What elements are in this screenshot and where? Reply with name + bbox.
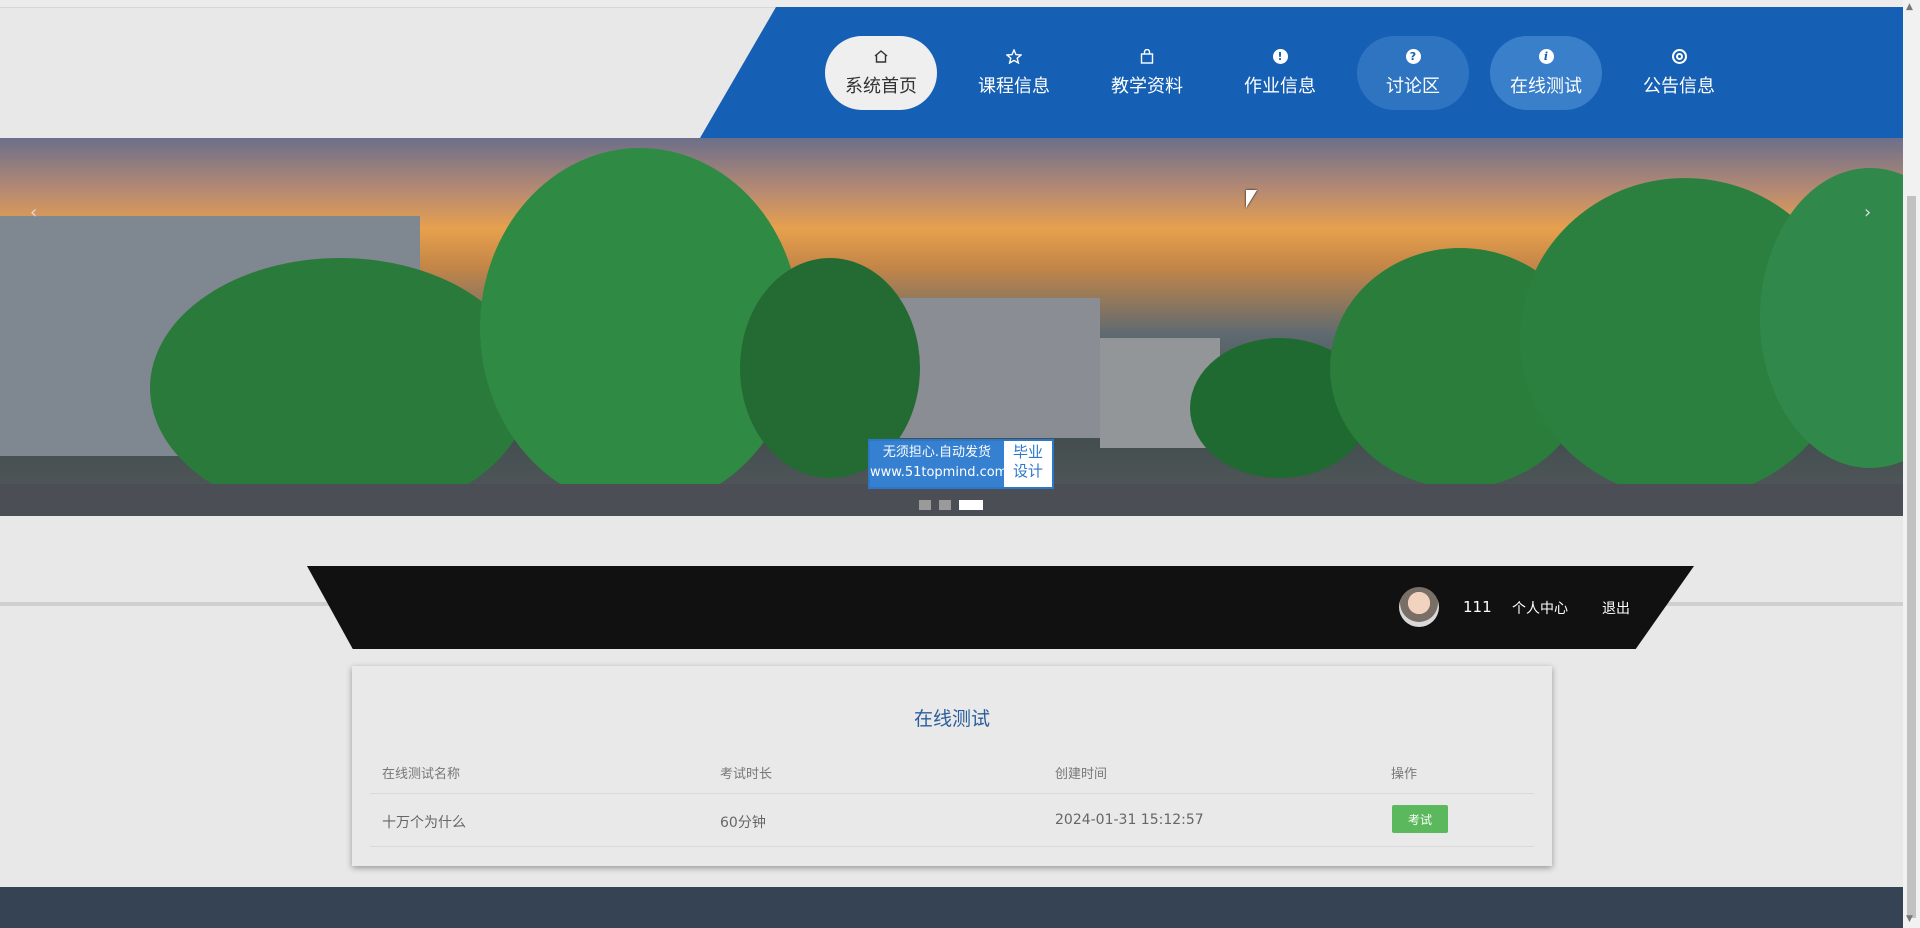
start-exam-button[interactable]: 考试 — [1392, 805, 1448, 833]
top-border — [0, 0, 1903, 8]
panel-title: 在线测试 — [913, 708, 990, 730]
vertical-scrollbar[interactable]: ▲ ▼ — [1903, 0, 1920, 928]
nav-item-home[interactable]: 系统首页 — [825, 36, 937, 110]
cell-test-name: 十万个为什么 — [382, 815, 466, 831]
carousel-indicators — [919, 500, 983, 510]
nav-label: 课程信息 — [978, 75, 1050, 97]
nav-item-discussion[interactable]: ? 讨论区 — [1357, 36, 1469, 110]
table-divider — [370, 846, 1534, 847]
nav-item-course-info[interactable]: 课程信息 — [958, 36, 1070, 110]
column-header-created: 创建时间 — [1055, 767, 1108, 782]
cell-created: 2024-01-31 15:12:57 — [1055, 812, 1204, 828]
cell-duration: 60分钟 — [720, 815, 766, 831]
scroll-up-arrow-icon[interactable]: ▲ — [1906, 2, 1913, 12]
nav-label: 公告信息 — [1643, 75, 1715, 97]
nav-label: 作业信息 — [1244, 75, 1316, 97]
exclamation-icon: ! — [1272, 49, 1288, 65]
watermark-badge: 无须担心.自动发货 www.51topmind.com 毕业 设计 — [868, 439, 1054, 489]
bag-icon — [1140, 49, 1154, 65]
carousel-prev-arrow[interactable]: ‹ — [30, 202, 37, 223]
page-footer — [0, 887, 1903, 928]
watermark-side2: 设计 — [1012, 462, 1043, 480]
carousel-dot-2[interactable] — [939, 500, 951, 510]
nav-item-online-test[interactable]: i 在线测试 — [1490, 36, 1602, 110]
avatar[interactable] — [1399, 587, 1439, 627]
personal-center-link[interactable]: 个人中心 — [1512, 598, 1568, 618]
logout-link[interactable]: 退出 — [1602, 598, 1630, 618]
watermark-side1: 毕业 — [1012, 443, 1043, 461]
nav-label: 系统首页 — [845, 75, 917, 97]
carousel-dot-3[interactable] — [959, 500, 983, 510]
main-nav: 系统首页 课程信息 教学资料 ! 作业信息 ? 讨论区 i 在线测试 公告信息 — [825, 36, 1756, 110]
username: 111 — [1463, 598, 1492, 616]
nav-item-teaching-materials[interactable]: 教学资料 — [1091, 36, 1203, 110]
star-icon — [1006, 49, 1022, 65]
nav-label: 讨论区 — [1386, 75, 1440, 97]
nav-item-homework[interactable]: ! 作业信息 — [1224, 36, 1336, 110]
home-icon — [873, 49, 889, 65]
lifebuoy-icon — [1671, 49, 1687, 65]
watermark-line1: 无须担心.自动发货 — [882, 445, 992, 460]
nav-label: 教学资料 — [1111, 75, 1183, 97]
info-icon: i — [1538, 49, 1554, 65]
column-header-action: 操作 — [1391, 767, 1418, 782]
carousel-dot-1[interactable] — [919, 500, 931, 510]
column-header-duration: 考试时长 — [720, 767, 773, 782]
mouse-cursor-icon — [1246, 190, 1257, 208]
scrollbar-thumb[interactable] — [1907, 196, 1916, 918]
online-test-panel: 在线测试 在线测试名称 考试时长 创建时间 操作 十万个为什么 60分钟 202… — [352, 666, 1552, 866]
scroll-down-arrow-icon[interactable]: ▼ — [1906, 914, 1913, 924]
watermark-line2: www.51topmind.com — [870, 465, 1008, 480]
question-icon: ? — [1405, 49, 1421, 65]
hero-carousel: ‹ › 无须担心.自动发货 www.51topmind.com 毕业 设计 — [0, 138, 1903, 516]
nav-label: 在线测试 — [1510, 75, 1582, 97]
carousel-next-arrow[interactable]: › — [1864, 202, 1871, 223]
nav-item-announcements[interactable]: 公告信息 — [1623, 36, 1735, 110]
column-header-name: 在线测试名称 — [382, 767, 461, 782]
table-divider — [370, 793, 1534, 794]
